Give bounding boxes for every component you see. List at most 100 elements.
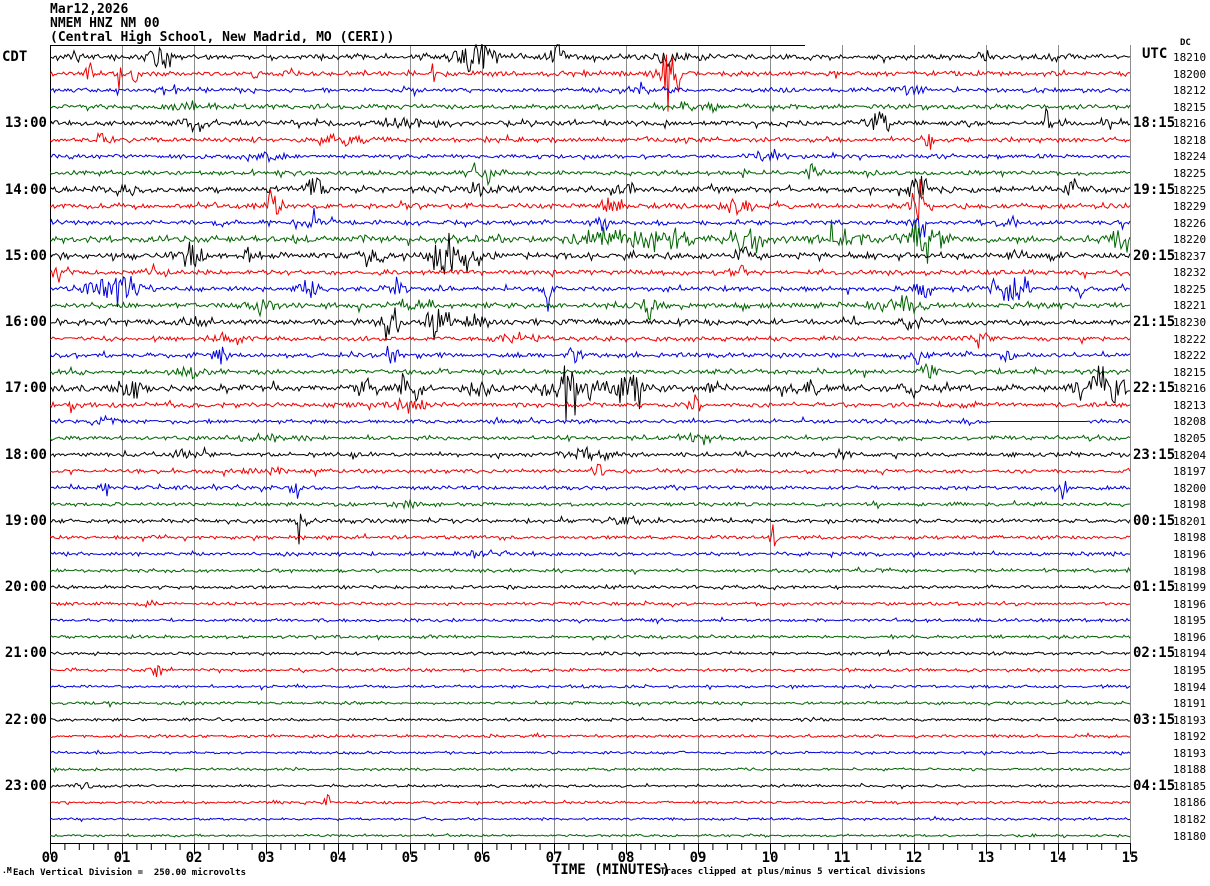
dc-offset-value: 18208 [1173, 415, 1207, 429]
seismogram-trace [50, 633, 1131, 641]
seismogram-trace [50, 148, 1131, 164]
dc-offset-value: 18229 [1173, 200, 1207, 214]
dc-offset-value: 18216 [1173, 117, 1207, 131]
seismogram-trace [50, 208, 1131, 240]
seismogram-trace [50, 365, 1130, 421]
dc-offset-value: 18196 [1173, 597, 1207, 611]
cdt-hour-label: 14:00 [4, 181, 47, 198]
seismogram-trace [50, 583, 1131, 591]
seismogram-trace [50, 731, 1131, 739]
seismogram-trace [50, 513, 1131, 545]
x-tick-label: 01 [113, 850, 131, 866]
seismogram-trace [50, 782, 1131, 790]
dc-offset-value: 18197 [1173, 465, 1207, 479]
dc-offset-value: 18220 [1173, 233, 1207, 247]
time-axis-label: TIME (MINUTES) [552, 862, 671, 878]
seismogram-trace [50, 295, 1130, 321]
seismogram-trace [50, 331, 1131, 349]
cdt-hour-label: 19:00 [4, 512, 47, 529]
utc-hour-label: 18:15 [1133, 115, 1176, 132]
x-tick-label: 04 [329, 850, 347, 866]
seismogram-trace [50, 100, 1131, 115]
seismogram-trace [50, 175, 1131, 198]
utc-hour-label: 19:15 [1133, 181, 1176, 198]
dc-offset-value: 18196 [1173, 547, 1207, 561]
dc-offset-value: 18200 [1173, 481, 1207, 495]
utc-hour-label: 00:15 [1133, 512, 1176, 529]
dc-offset-value: 18205 [1173, 432, 1207, 446]
dc-offset-value: 18198 [1173, 564, 1207, 578]
seismogram-trace [50, 716, 1131, 723]
x-tick-label: 11 [833, 850, 851, 866]
dc-offset-value: 18224 [1173, 150, 1207, 164]
header-station-location: (Central High School, New Madrid, MO (CE… [50, 30, 395, 45]
right-timezone-label: UTC [1142, 46, 1168, 62]
header-station-code: NMEM HNZ NM 00 [50, 16, 160, 31]
seismogram-trace [50, 664, 1131, 677]
cdt-hour-label: 20:00 [4, 579, 47, 596]
seismogram-trace [50, 766, 1131, 774]
dc-offset-value: 18216 [1173, 382, 1207, 396]
seismogram-trace [50, 599, 1131, 609]
utc-hour-label: 02:15 [1133, 645, 1176, 662]
seismogram-trace [50, 106, 1131, 134]
dc-offset-value: 18182 [1173, 813, 1207, 827]
cdt-hour-label: 15:00 [4, 247, 47, 264]
dc-offset-value: 18204 [1173, 448, 1207, 462]
dc-offset-value: 18200 [1173, 67, 1207, 81]
dc-offset-value: 18195 [1173, 614, 1207, 628]
dc-offset-value: 18225 [1173, 166, 1207, 180]
seismogram-trace [50, 699, 1131, 709]
seismogram-trace [50, 833, 1131, 839]
seismogram-trace [50, 81, 1131, 98]
utc-hour-label: 21:15 [1133, 314, 1176, 331]
dc-offset-value: 18194 [1173, 680, 1207, 694]
seismogram-trace [50, 414, 1131, 427]
dc-offset-value: 18230 [1173, 316, 1207, 330]
x-tick-label: 12 [905, 850, 923, 866]
seismogram-trace [50, 262, 1131, 283]
utc-hour-label: 04:15 [1133, 777, 1176, 794]
seismogram-trace [50, 463, 1131, 478]
x-tick-label: 13 [977, 850, 995, 866]
cdt-hour-label: 13:00 [4, 115, 47, 132]
x-tick-label: 09 [689, 850, 707, 866]
seismogram-trace [50, 683, 1131, 691]
utc-hour-label: 20:15 [1133, 247, 1176, 264]
seismogram-trace [50, 566, 1131, 576]
seismogram-trace [50, 480, 1131, 500]
x-tick-label: 00 [41, 850, 59, 866]
dc-offset-value: 18199 [1173, 581, 1207, 595]
left-timezone-label: CDT [2, 49, 28, 65]
seismogram-trace [50, 345, 1131, 365]
x-tick-label: 06 [473, 850, 491, 866]
cdt-hour-label: 17:00 [4, 380, 47, 397]
seismogram-trace [50, 162, 1130, 187]
x-tick-label: 02 [185, 850, 203, 866]
clip-note: Traces clipped at plus/minus 5 vertical … [660, 867, 926, 877]
seismogram-trace [50, 549, 1131, 559]
dc-offset-value: 18193 [1173, 713, 1207, 727]
seismogram-trace [50, 431, 1131, 446]
dc-offset-value: 18222 [1173, 332, 1207, 346]
seismogram-trace [50, 179, 1131, 221]
seismogram-trace [50, 616, 1131, 625]
dc-offset-value: 18180 [1173, 829, 1207, 843]
dc-offset-value: 18185 [1173, 779, 1207, 793]
utc-hour-label: 22:15 [1133, 380, 1176, 397]
cdt-hour-label: 18:00 [4, 446, 47, 463]
utc-hour-label: 23:15 [1133, 446, 1176, 463]
dc-column-header: DC [1180, 38, 1191, 48]
seismogram-trace [50, 54, 1131, 112]
dc-offset-value: 18213 [1173, 398, 1207, 412]
dc-offset-value: 18215 [1173, 100, 1207, 114]
dc-offset-value: 18212 [1173, 84, 1207, 98]
seismogram-trace [50, 131, 1131, 150]
dc-offset-value: 18225 [1173, 183, 1207, 197]
seismogram-trace [50, 498, 1131, 510]
dc-offset-value: 18192 [1173, 730, 1207, 744]
dc-offset-value: 18191 [1173, 697, 1207, 711]
dc-offset-value: 18188 [1173, 763, 1207, 777]
seismogram-trace [50, 749, 1131, 756]
x-tick-label: 03 [257, 850, 275, 866]
